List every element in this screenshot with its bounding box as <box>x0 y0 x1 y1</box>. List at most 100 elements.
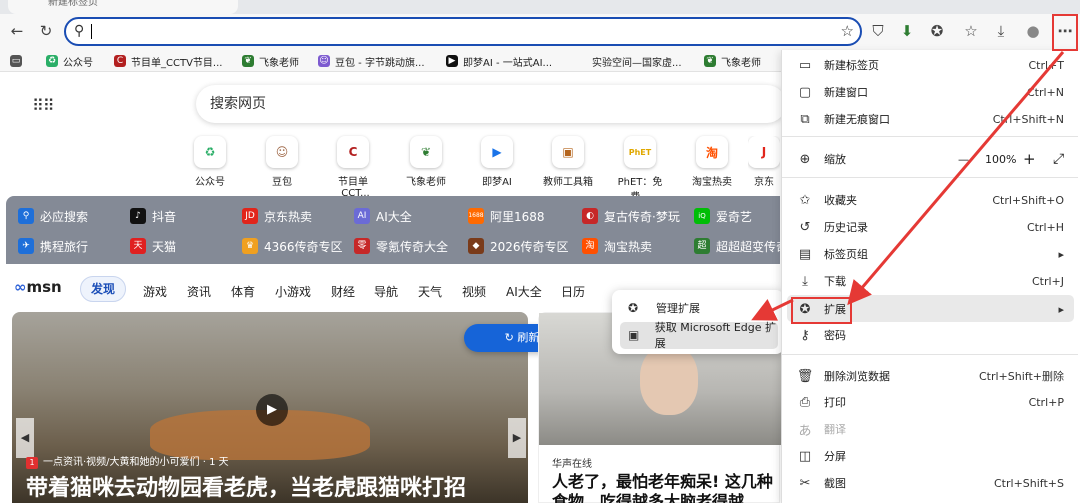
annotation-box <box>791 297 852 324</box>
get-edge-extensions-item[interactable]: ▣ 获取 Microsoft Edge 扩展 <box>618 321 778 350</box>
hotnav-item[interactable]: 1688 阿里1688 <box>468 207 545 225</box>
tile-taobao[interactable]: 淘淘宝热卖 <box>681 136 743 188</box>
store-icon: ▣ <box>628 328 640 342</box>
carousel-prev-icon[interactable]: ◀ <box>16 418 34 458</box>
downloads-icon[interactable]: ⤓ <box>988 18 1014 44</box>
tile-jimeng[interactable]: ▶ 即梦AI <box>466 136 528 188</box>
tile-doubao[interactable]: ☺ 豆包 <box>251 136 313 188</box>
inprivate-icon: ⧉ <box>800 111 810 127</box>
favorites-icon[interactable]: ☆ <box>958 18 984 44</box>
tab-ai[interactable]: AI大全 <box>506 283 542 300</box>
tab-navigation[interactable]: 导航 <box>374 283 398 300</box>
menu-tab-groups[interactable]: ▤ 标签页组 ▸ <box>782 241 1078 267</box>
menu-screenshot[interactable]: ✂ 截图 Ctrl+Shift+S <box>782 470 1078 496</box>
tab-calendar[interactable]: 日历 <box>561 283 585 300</box>
hotnav-label: 京东热卖 <box>264 209 313 224</box>
download-icon: ⤓ <box>802 273 808 289</box>
tab-finance[interactable]: 财经 <box>331 283 355 300</box>
tile-toolbox[interactable]: ▣ 教师工具箱 <box>537 136 599 188</box>
puzzle-icon: ✪ <box>628 301 639 315</box>
bookmark-item[interactable]: ❦ 飞象老师 <box>704 53 761 69</box>
bookmark-item[interactable]: ☺ 豆包 - 字节跳动旗... <box>318 53 425 69</box>
hotnav-item[interactable]: ♪ 抖音 <box>130 207 176 225</box>
bookmark-item[interactable]: C 节目单_CCTV节目... <box>114 53 222 69</box>
bookmark-item[interactable]: 实验空间—国家虚... <box>592 53 682 69</box>
tab-news[interactable]: 资讯 <box>187 283 211 300</box>
face-image <box>640 345 698 415</box>
carousel-next-icon[interactable]: ▶ <box>508 418 526 458</box>
download-ext-icon[interactable]: ⬇ <box>894 18 920 44</box>
extensions-icon[interactable]: ✪ <box>924 18 950 44</box>
tab-new-tab[interactable]: 新建标签页 <box>8 0 238 14</box>
apps-grid-icon[interactable]: ⠿⠿ <box>32 96 54 115</box>
hotnav-item[interactable]: ✈ 携程旅行 <box>18 237 88 255</box>
menu-downloads[interactable]: ⤓ 下载 Ctrl+J <box>782 268 1078 294</box>
msn-logo[interactable]: ∞msn <box>14 278 62 296</box>
tab-sports[interactable]: 体育 <box>231 283 255 300</box>
tile-feixiang[interactable]: ❦ 飞象老师 <box>395 136 457 188</box>
menu-shortcut: Ctrl+J <box>1031 274 1064 288</box>
menu-new-window[interactable]: ▢ 新建窗口 Ctrl+N <box>782 79 1078 105</box>
trash-icon: 🗑 <box>796 368 814 384</box>
menu-history[interactable]: ↺ 历史记录 Ctrl+H <box>782 214 1078 240</box>
bookmark-item[interactable]: ❦ 飞象老师 <box>242 53 299 69</box>
card-headline[interactable]: 人老了，最怕老年痴呆! 这几种食物，吃得越多大脑老得越 <box>552 472 774 503</box>
hotnav-item[interactable]: ⚲ 必应搜索 <box>18 207 88 225</box>
hotnav-item[interactable]: JD 京东热卖 <box>242 207 312 225</box>
text-caret <box>91 24 92 39</box>
tab-mini-games[interactable]: 小游戏 <box>275 283 311 300</box>
zoom-in-button[interactable]: + <box>1023 150 1036 168</box>
menu-split-screen[interactable]: ◫ 分屏 <box>782 443 1078 469</box>
play-icon[interactable]: ▶ <box>256 394 288 426</box>
feixiang-icon: ❦ <box>410 136 442 168</box>
hotnav-item[interactable]: AI AI大全 <box>354 207 412 225</box>
refresh-icon[interactable]: ↻ <box>33 18 59 44</box>
msn-logo-text: msn <box>26 278 62 296</box>
menu-shortcut: Ctrl+P <box>1028 395 1064 409</box>
hotnav-item[interactable]: 超超超超变传奇 <box>694 237 788 255</box>
hotnav-item[interactable]: iQ 爱奇艺 <box>694 207 752 225</box>
msn-butterfly-icon: ∞ <box>14 278 27 296</box>
tab-video[interactable]: 视频 <box>462 283 486 300</box>
hotnav-label: AI大全 <box>376 209 412 224</box>
tile-label: 飞象老师 <box>406 177 446 188</box>
manage-extensions-item[interactable]: ✪ 管理扩展 <box>618 295 778 321</box>
doubao-icon: ☺ <box>318 55 330 67</box>
zoom-out-button[interactable]: — <box>958 153 969 166</box>
hotnav-item[interactable]: 淘淘宝热卖 <box>582 237 652 255</box>
menu-label: 历史记录 <box>824 221 868 234</box>
alibaba-icon: 1688 <box>468 208 484 224</box>
back-icon[interactable]: ← <box>4 18 30 44</box>
bookmark-item[interactable]: ▶ 即梦AI - 一站式AI... <box>446 53 552 69</box>
tile-jd[interactable]: J 京东 <box>748 136 780 188</box>
menu-clear-data[interactable]: 🗑 删除浏览数据 Ctrl+Shift+删除 <box>782 363 1078 389</box>
hotnav-item[interactable]: 天天猫 <box>130 237 176 255</box>
hotnav-item[interactable]: ◐ 复古传奇·梦玩 <box>582 207 680 225</box>
menu-translate: あ翻译 <box>782 416 1078 442</box>
search-icon: ⚲ <box>74 23 85 39</box>
profile-avatar[interactable]: ● <box>1020 18 1046 44</box>
hotnav-item[interactable]: ♛ 4366传奇专区 <box>242 237 343 255</box>
card-headline[interactable]: 带着猫咪去动物园看老虎，当老虎跟猫咪打招 <box>26 470 466 502</box>
tab-discover[interactable]: 发现 <box>80 276 126 302</box>
tile-phet[interactable]: PhETPhET：免费... <box>609 136 671 203</box>
bookmark-reading-list[interactable]: ▭ <box>10 53 27 69</box>
menu-print[interactable]: ⎙ 打印 Ctrl+P <box>782 389 1078 415</box>
shield-icon[interactable]: ⛉ <box>865 18 891 44</box>
favorite-star-icon[interactable]: ☆ <box>841 22 854 40</box>
bookmark-item[interactable]: ♻ 公众号 <box>46 53 93 69</box>
tab-games[interactable]: 游戏 <box>143 283 167 300</box>
menu-favorites[interactable]: ✩ 收藏夹 Ctrl+Shift+O <box>782 187 1078 213</box>
menu-new-tab[interactable]: ▭ 新建标签页 Ctrl+T <box>782 52 1078 78</box>
tile-cctv[interactable]: C 节目单_CCT... <box>322 136 384 199</box>
menu-new-inprivate[interactable]: ⧉ 新建无痕窗口 Ctrl+Shift+N <box>782 106 1078 132</box>
tab-weather[interactable]: 天气 <box>418 283 442 300</box>
fullscreen-icon[interactable]: ⤢ <box>1053 151 1064 167</box>
address-bar[interactable]: ⚲ ☆ <box>64 17 862 46</box>
hotnav-item[interactable]: 零零氪传奇大全 <box>354 237 448 255</box>
search-input[interactable]: 搜索网页 <box>196 85 786 123</box>
menu-passwords[interactable]: ⚷ 密码 <box>782 322 1078 348</box>
hotnav-item[interactable]: ◆ 2026传奇专区 <box>468 237 569 255</box>
menu-label: 缩放 <box>824 153 846 166</box>
tile-wechat[interactable]: ♻ 公众号 <box>179 136 241 188</box>
